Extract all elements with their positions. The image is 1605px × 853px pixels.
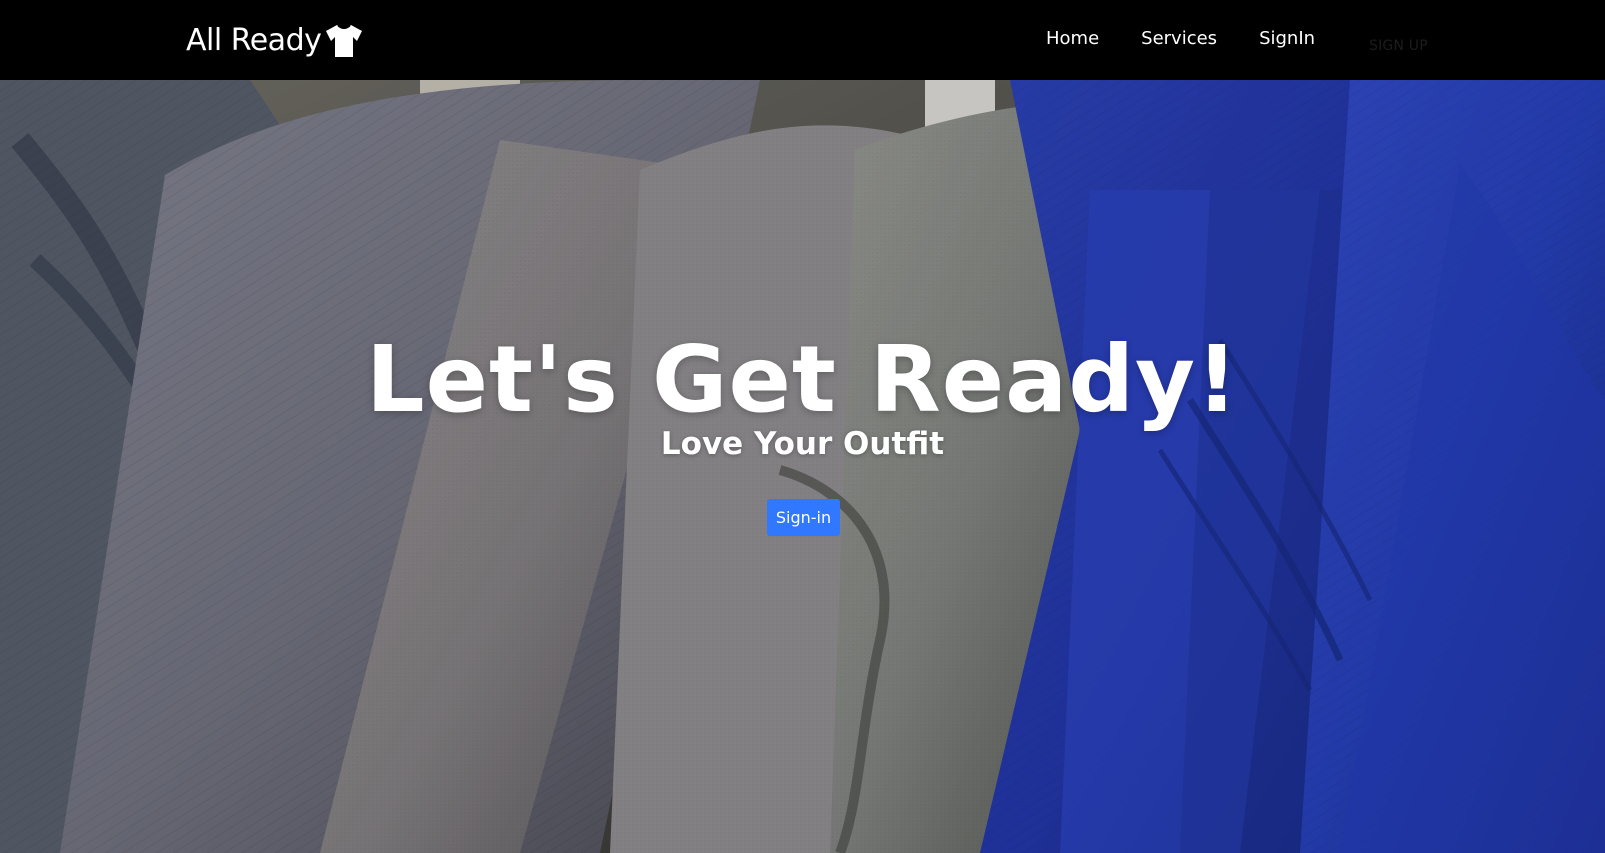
nav-signin-link[interactable]: SignIn xyxy=(1259,27,1315,51)
shirt-icon xyxy=(326,25,363,57)
hero-subtitle: Love Your Outfit xyxy=(660,425,945,462)
nav-home-link[interactable]: Home xyxy=(1046,27,1099,51)
brand-logo-link[interactable]: All Ready xyxy=(186,24,365,58)
hero-signin-button[interactable]: Sign-in xyxy=(767,499,840,536)
primary-navigation: Home Services SignIn xyxy=(1046,27,1357,51)
hero-section: Let's Get Ready! Love Your Outfit Sign-i… xyxy=(0,80,1605,853)
hero-overlay xyxy=(0,80,1605,853)
nav-services-link[interactable]: Services xyxy=(1141,27,1217,51)
top-navbar: All Ready Home Services SignIn SIGN UP xyxy=(0,0,1605,80)
brand-name: All Ready xyxy=(186,23,322,58)
hero-title: Let's Get Ready! xyxy=(366,325,1239,433)
signup-link[interactable]: SIGN UP xyxy=(1369,38,1428,54)
